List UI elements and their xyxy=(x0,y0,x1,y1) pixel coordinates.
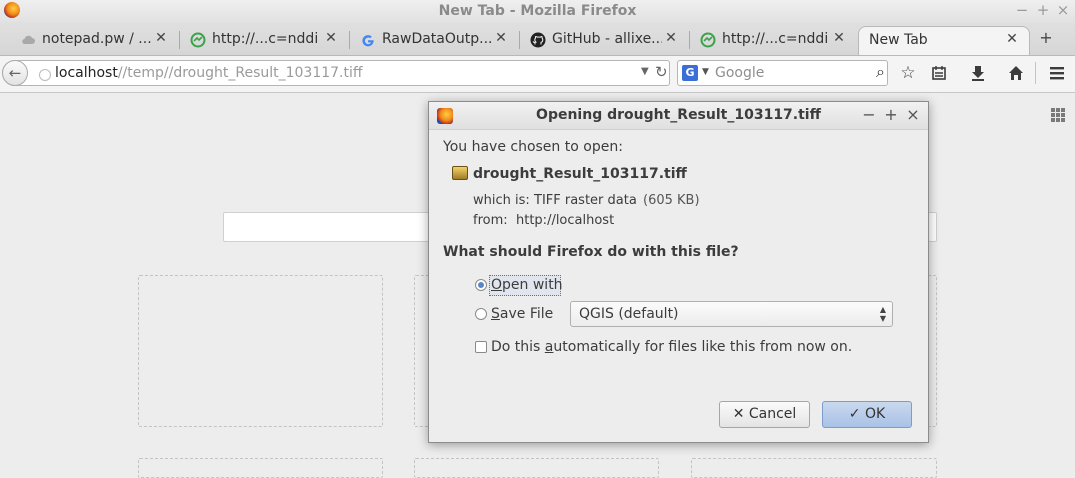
ok-button[interactable]: ✓ OK xyxy=(822,401,912,428)
window-title: New Tab - Mozilla Firefox xyxy=(438,3,637,19)
tab-label: http://...c=nddi xyxy=(722,31,829,47)
which-is-label: which is: xyxy=(473,193,530,208)
green-globe-icon xyxy=(700,32,716,48)
source-url: http://localhost xyxy=(516,213,615,228)
tab-close-icon[interactable]: ✕ xyxy=(832,30,846,46)
save-file-label[interactable]: Save File xyxy=(491,306,553,322)
nav-toolbar: localhost//temp//drought_Result_103117.t… xyxy=(0,56,1075,93)
minimize-button[interactable]: − xyxy=(1013,1,1031,19)
github-icon xyxy=(530,32,546,48)
google-engine-icon[interactable]: G xyxy=(682,65,698,81)
open-with-radio[interactable] xyxy=(475,279,487,291)
tab-close-icon[interactable]: ✕ xyxy=(324,30,338,46)
dialog-close-button[interactable]: × xyxy=(905,105,921,124)
search-bar[interactable]: G ▼ Google ⌕ xyxy=(677,60,888,86)
image-file-icon xyxy=(452,166,468,180)
tab-label: GitHub - allixe... xyxy=(552,31,662,47)
reload-icon[interactable]: ↻ xyxy=(655,63,668,81)
file-name: drought_Result_103117.tiff xyxy=(473,166,687,182)
reading-list-icon[interactable] xyxy=(928,62,950,84)
back-arrow-icon: ← xyxy=(8,64,22,82)
url-host: localhost xyxy=(55,65,118,81)
tile-grid-icon[interactable] xyxy=(1051,108,1065,122)
dialog-minimize-button[interactable]: − xyxy=(861,105,877,124)
tab-label: RawDataOutp... xyxy=(382,31,492,47)
tab-label: New Tab xyxy=(869,32,928,48)
tab-rawdata[interactable]: RawDataOutp... ✕ xyxy=(350,26,520,55)
dialog-title: Opening drought_Result_103117.tiff xyxy=(536,107,821,123)
tab-label: http://...c=nddi xyxy=(212,31,319,47)
ok-label: OK xyxy=(864,406,886,422)
search-placeholder: Google xyxy=(715,65,765,81)
auto-checkbox[interactable] xyxy=(475,341,487,353)
cancel-label: Cancel xyxy=(748,406,797,422)
url-path: //temp//drought_Result_103117.tiff xyxy=(117,65,363,81)
tab-nddi-2[interactable]: http://...c=nddi ✕ xyxy=(690,26,858,55)
application-select[interactable]: QGIS (default) ▲ ▼ xyxy=(570,301,893,327)
empty-tile[interactable] xyxy=(138,458,383,478)
tab-close-icon[interactable]: ✕ xyxy=(154,30,168,46)
cloud-icon xyxy=(22,35,35,44)
tab-new-tab[interactable]: New Tab ✕ xyxy=(858,26,1030,55)
open-with-label[interactable]: Open with xyxy=(491,277,563,293)
select-arrows-icon: ▲ ▼ xyxy=(879,305,886,323)
dialog-intro: You have chosen to open: xyxy=(443,139,623,155)
google-icon xyxy=(362,35,374,47)
search-icon[interactable]: ⌕ xyxy=(876,62,885,82)
tab-label: notepad.pw / ... xyxy=(42,31,152,47)
back-button[interactable]: ← xyxy=(2,60,28,86)
tab-github[interactable]: GitHub - allixe... ✕ xyxy=(520,26,690,55)
empty-tile[interactable] xyxy=(691,458,937,478)
cancel-button[interactable]: ✕ Cancel xyxy=(719,401,810,428)
menu-icon[interactable] xyxy=(1046,62,1068,84)
star-icon[interactable]: ☆ xyxy=(897,62,919,84)
download-icon[interactable] xyxy=(967,62,989,84)
open-file-dialog: Opening drought_Result_103117.tiff − + ×… xyxy=(428,101,929,443)
url-text: localhost//temp//drought_Result_103117.t… xyxy=(55,65,363,81)
tab-close-icon[interactable]: ✕ xyxy=(1005,31,1019,47)
action-question: What should Firefox do with this file? xyxy=(443,244,739,260)
tab-strip: notepad.pw / ... ✕ http://...c=nddi ✕ Ra… xyxy=(0,22,1075,56)
checkmark-icon: ✓ xyxy=(848,406,861,422)
file-type: TIFF raster data xyxy=(534,193,637,208)
url-bar[interactable]: localhost//temp//drought_Result_103117.t… xyxy=(2,60,670,86)
tab-nddi-1[interactable]: http://...c=nddi ✕ xyxy=(180,26,350,55)
maximize-button[interactable]: + xyxy=(1034,1,1052,19)
save-file-radio[interactable] xyxy=(475,308,487,320)
empty-tile[interactable] xyxy=(414,458,659,478)
engine-dropdown-icon[interactable]: ▼ xyxy=(702,67,709,77)
tab-notepad[interactable]: notepad.pw / ... ✕ xyxy=(10,26,180,55)
save-file-label-rest: ave File xyxy=(499,306,554,322)
tab-close-icon[interactable]: ✕ xyxy=(494,30,508,46)
empty-tile[interactable] xyxy=(138,275,383,427)
auto-label[interactable]: Do this automatically for files like thi… xyxy=(491,339,852,355)
new-tab-button[interactable]: + xyxy=(1038,28,1054,47)
history-dropdown-icon[interactable]: ▼ xyxy=(641,66,649,77)
close-window-button[interactable]: × xyxy=(1054,1,1072,19)
from-label: from: xyxy=(473,213,508,228)
file-size: (605 KB) xyxy=(643,193,700,208)
tab-close-icon[interactable]: ✕ xyxy=(664,30,678,46)
cancel-icon: ✕ xyxy=(732,406,745,422)
home-icon[interactable] xyxy=(1005,62,1027,84)
site-identity-icon[interactable] xyxy=(39,69,51,81)
window-titlebar: New Tab - Mozilla Firefox − + × xyxy=(0,0,1075,22)
green-globe-icon xyxy=(190,32,206,48)
application-value: QGIS (default) xyxy=(579,306,679,322)
dialog-titlebar: Opening drought_Result_103117.tiff − + × xyxy=(429,102,928,130)
open-with-label-rest: pen with xyxy=(502,277,563,293)
dialog-maximize-button[interactable]: + xyxy=(883,105,899,124)
toolbar-separator xyxy=(1035,62,1036,84)
